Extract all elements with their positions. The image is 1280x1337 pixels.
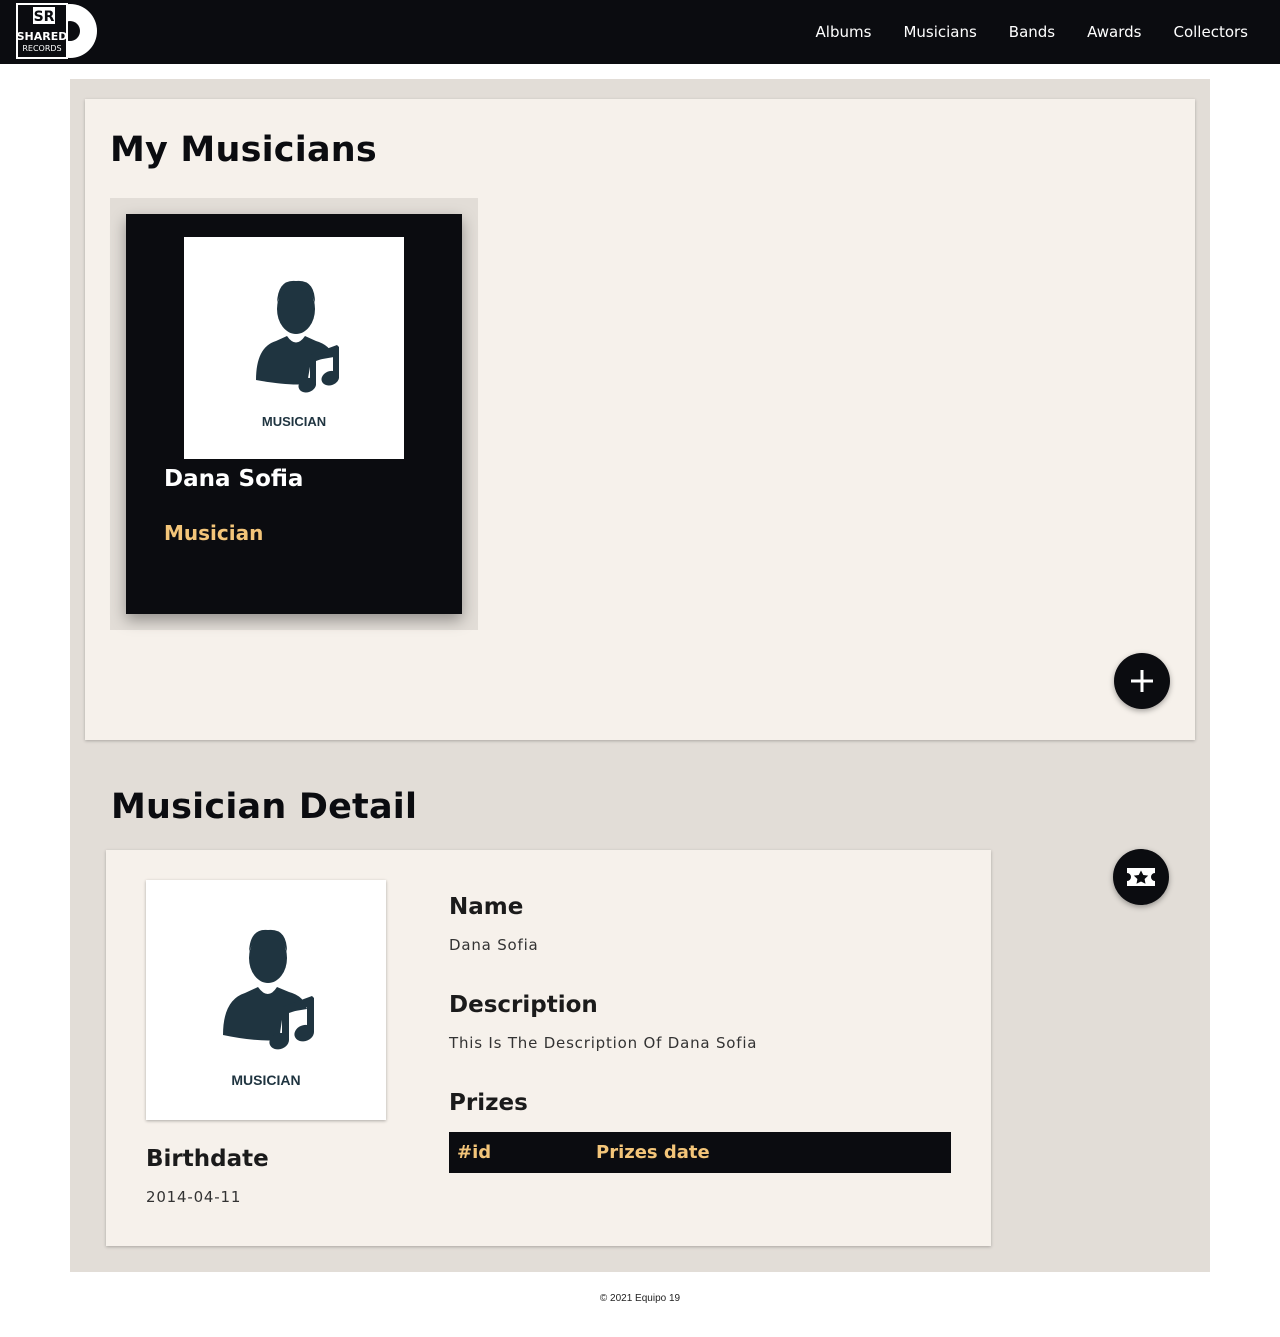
description-label: Description [449,992,598,1018]
nav-musicians[interactable]: Musicians [887,23,992,41]
musician-card-role: Musician [164,521,264,545]
ticket-star-icon [1127,868,1155,886]
prizes-column-date: Prizes date [596,1142,710,1163]
main-container: My Musicians MUSICIAN Dana Sofia Musicia… [70,79,1210,1272]
musician-tile-wrapper: MUSICIAN Dana Sofia Musician [110,198,478,630]
musician-card-name: Dana Sofia [164,466,304,492]
svg-text:MUSICIAN: MUSICIAN [231,1072,300,1088]
nav-albums[interactable]: Albums [800,23,888,41]
detail-musician-image: MUSICIAN [146,880,386,1120]
musician-icon: MUSICIAN [256,280,339,429]
birthdate-label: Birthdate [146,1146,269,1172]
musician-icon: MUSICIAN [223,929,314,1088]
nav-collectors[interactable]: Collectors [1157,23,1264,41]
prizes-label: Prizes [449,1090,528,1116]
plus-icon [1131,670,1153,692]
musician-card[interactable]: MUSICIAN Dana Sofia Musician [126,214,462,614]
svg-text:SR: SR [34,9,55,25]
detail-title: Musician Detail [111,787,418,827]
name-value: Dana Sofia [449,936,539,954]
page-title: My Musicians [110,130,377,170]
footer-copyright: © 2021 Equipo 19 [599,1293,681,1304]
svg-text:RECORDS: RECORDS [22,44,61,53]
musician-detail-card: MUSICIAN Birthdate 2014-04-11 Name Dana … [106,850,991,1246]
birthdate-value: 2014-04-11 [146,1188,242,1206]
svg-text:SHARED: SHARED [17,30,68,43]
prizes-table-header: #id Prizes date [449,1132,951,1173]
name-label: Name [449,894,524,920]
prizes-column-id: #id [457,1142,492,1163]
musicians-list-panel: My Musicians MUSICIAN Dana Sofia Musicia… [85,99,1195,740]
top-navbar: SR SHARED RECORDS Albums Musicians Bands… [0,0,1280,64]
nav-awards[interactable]: Awards [1071,23,1157,41]
description-value: This Is The Description Of Dana Sofia [449,1034,758,1052]
nav-bands[interactable]: Bands [993,23,1071,41]
musician-image: MUSICIAN [184,237,404,459]
nav-links: Albums Musicians Bands Awards Collectors [800,0,1264,64]
add-prize-button[interactable] [1113,849,1169,905]
shared-records-logo[interactable]: SR SHARED RECORDS [16,3,100,59]
svg-text:MUSICIAN: MUSICIAN [262,414,326,429]
add-musician-button[interactable] [1114,653,1170,709]
